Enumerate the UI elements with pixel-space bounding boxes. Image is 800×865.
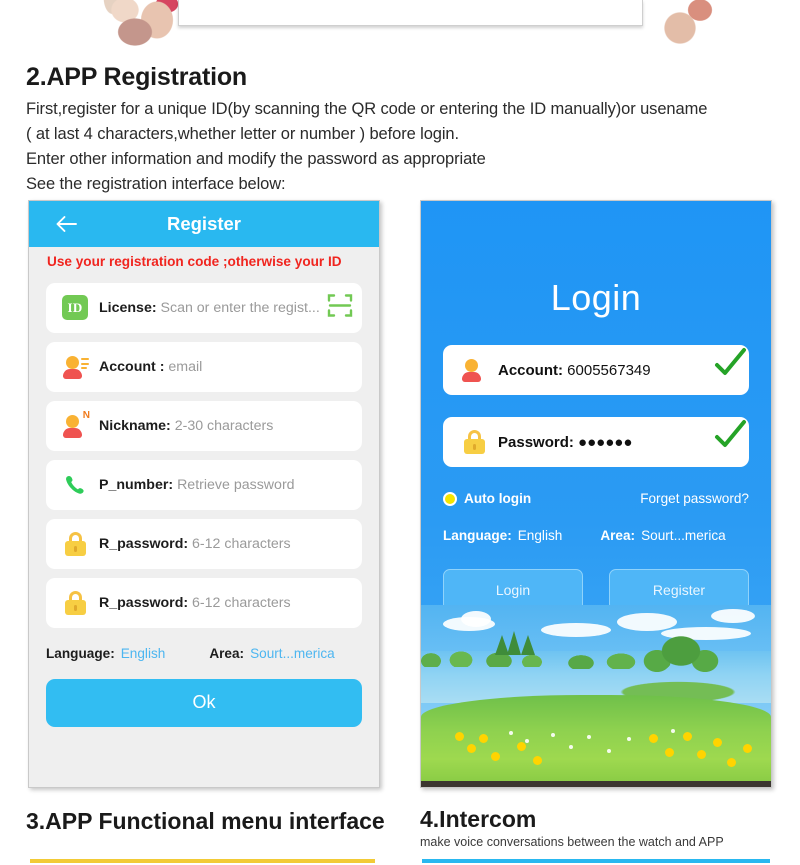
register-language-value[interactable]: English — [121, 646, 166, 661]
login-locale-row: Language: English Area: Sourt...merica — [443, 528, 749, 543]
white-card-edge — [178, 0, 643, 26]
login-title: Login — [550, 277, 642, 318]
login-password-field[interactable]: Password: ●●●●●● — [443, 417, 749, 467]
section-3-heading: 3.APP Functional menu interface — [26, 808, 385, 834]
register-title: Register — [166, 213, 242, 234]
top-photo-strip — [0, 0, 800, 48]
register-screen: Register Use your registration code ;oth… — [28, 200, 380, 788]
section-3: 3.APP Functional menu interface — [26, 808, 385, 834]
section-4-subtitle: make voice conversations between the wat… — [420, 835, 724, 850]
password-field-2[interactable]: R_password: 6-12 characters — [46, 577, 362, 628]
paragraph-line-4: See the registration interface below: — [26, 175, 286, 194]
register-language-label: Language: — [46, 645, 115, 661]
login-account-label: Account: — [498, 361, 563, 379]
login-options-row: Auto login Forget password? — [443, 491, 749, 506]
radio-selected-icon[interactable] — [443, 491, 457, 506]
lock-icon — [459, 430, 489, 454]
nature-wallpaper — [421, 605, 771, 787]
phone-number-placeholder: Retrieve password — [177, 476, 295, 493]
account-field[interactable]: Account : email — [46, 341, 362, 392]
section-4-rule — [422, 859, 770, 863]
paragraph-line-1: First,register for a unique ID(by scanni… — [26, 100, 708, 118]
login-password-label: Password: — [498, 433, 574, 451]
section-4-heading: 4.Intercom — [420, 806, 537, 832]
lock-icon — [60, 531, 90, 556]
nickname-label: Nickname: — [99, 417, 171, 434]
paragraph-line-2: ( at last 4 characters,whether letter or… — [26, 125, 459, 144]
lock-icon — [60, 590, 90, 615]
phone-number-label: P_number: — [99, 476, 174, 493]
forget-password-link[interactable]: Forget password? — [640, 491, 749, 506]
ok-button[interactable]: Ok — [46, 678, 362, 727]
phone-icon — [60, 474, 90, 496]
account-person-icon — [459, 358, 489, 382]
auto-login-label: Auto login — [464, 491, 532, 506]
registration-warning-text: Use your registration code ;otherwise yo… — [47, 254, 342, 269]
nickname-field[interactable]: N Nickname: 2-30 characters — [46, 400, 362, 451]
account-person-icon — [60, 355, 90, 379]
section-2: 2.APP Registration First,register for a … — [26, 62, 778, 197]
register-locale-row: Language: English Area: Sourt...merica — [46, 646, 362, 661]
page-root: 2.APP Registration First,register for a … — [0, 0, 800, 865]
id-badge-icon: ID — [60, 295, 90, 321]
qr-scan-icon[interactable] — [327, 292, 353, 323]
nickname-placeholder: 2-30 characters — [174, 417, 274, 434]
password-field-1[interactable]: R_password: 6-12 characters — [46, 518, 362, 569]
login-language-label: Language: — [443, 528, 512, 543]
license-placeholder: Scan or enter the regist... — [160, 299, 320, 316]
login-account-field[interactable]: Account: 6005567349 — [443, 345, 749, 395]
account-label: Account : — [99, 358, 165, 375]
paragraph-line-3: Enter other information and modify the p… — [26, 150, 486, 169]
account-placeholder: email — [168, 358, 203, 375]
auto-login-toggle[interactable]: Auto login — [443, 491, 531, 506]
phone-number-field[interactable]: P_number: Retrieve password — [46, 459, 362, 510]
password-label-2: R_password: — [99, 594, 189, 611]
register-header: Register — [29, 201, 379, 247]
login-area-value[interactable]: Sourt...merica — [641, 528, 726, 543]
login-account-value: 6005567349 — [567, 361, 651, 379]
login-password-value: ●●●●●● — [578, 433, 633, 451]
section-4: 4.Intercom make voice conversations betw… — [420, 806, 724, 849]
photo-fragment-right — [640, 0, 730, 48]
nickname-person-icon: N — [60, 410, 90, 438]
section-2-paragraph: First,register for a unique ID(by scanni… — [26, 97, 778, 197]
license-label: License: — [99, 299, 157, 316]
register-area-label: Area: — [209, 645, 245, 661]
green-check-icon — [707, 341, 751, 385]
login-area-label: Area: — [600, 528, 636, 543]
login-screen: Login Account: 6005567349 Password: ●●●●… — [420, 200, 772, 788]
section-2-heading: 2.APP Registration — [26, 63, 247, 91]
section-3-rule — [30, 859, 375, 863]
green-check-icon — [707, 413, 751, 457]
password-placeholder-1: 6-12 characters — [192, 535, 291, 552]
back-arrow-icon[interactable] — [55, 215, 77, 233]
license-field[interactable]: ID License: Scan or enter the regist... — [46, 282, 362, 333]
password-label-1: R_password: — [99, 535, 189, 552]
password-placeholder-2: 6-12 characters — [192, 594, 291, 611]
login-language-value[interactable]: English — [518, 528, 563, 543]
register-area-value[interactable]: Sourt...merica — [250, 646, 335, 661]
